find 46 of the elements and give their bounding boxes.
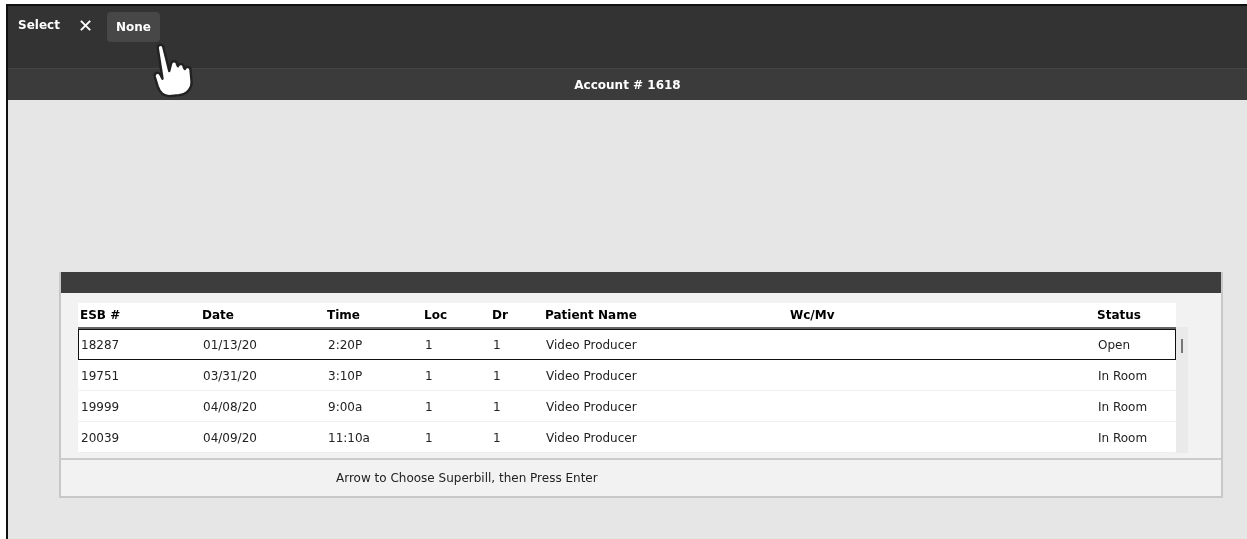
table-cell: 20039 <box>81 430 120 445</box>
column-header: Loc <box>423 308 448 322</box>
column-header: Wc/Mv <box>789 308 836 322</box>
table-cell: 2:20P <box>328 337 363 352</box>
table-cell: 1 <box>425 399 433 414</box>
column-header: Dr <box>491 308 509 322</box>
table-cell: 19999 <box>81 399 120 414</box>
column-header: Time <box>326 308 361 322</box>
table-cell: 03/31/20 <box>203 368 257 383</box>
scrollbar[interactable] <box>1176 327 1188 453</box>
table-cell: 1 <box>425 337 433 352</box>
table-cell: 19751 <box>81 368 120 383</box>
table-row[interactable]: 20039 04/09/20 11:10a 1 1 Video Producer In Room <box>78 422 1176 453</box>
table-row[interactable]: 19751 03/31/20 3:10P 1 1 Video Producer In Room <box>78 360 1176 391</box>
table-cell: 1 <box>425 368 433 383</box>
none-button[interactable]: None <box>107 12 160 42</box>
table-cell: 1 <box>493 337 501 352</box>
table-cell: 3:10P <box>328 368 363 383</box>
table-cell: Video Producer <box>546 368 637 383</box>
table-cell: Video Producer <box>546 430 637 445</box>
table-cell: 01/13/20 <box>203 337 257 352</box>
table-cell: In Room <box>1098 399 1148 414</box>
table-cell: 18287 <box>81 337 120 352</box>
table-cell: Open <box>1098 337 1131 352</box>
table-cell: In Room <box>1098 430 1148 445</box>
status-text: Arrow to Choose Superbill, then Press Enter <box>336 471 598 485</box>
table-cell: 04/09/20 <box>203 430 257 445</box>
table-cell: Video Producer <box>546 337 637 352</box>
toolbar-title: Select <box>18 18 60 32</box>
table-cell: 9:00a <box>328 399 363 414</box>
column-header: Patient Name <box>544 308 638 322</box>
table-cell: In Room <box>1098 368 1148 383</box>
close-button[interactable]: ✕ <box>71 12 99 40</box>
table-cell: 1 <box>493 430 501 445</box>
table-cell: Video Producer <box>546 399 637 414</box>
table-cell: 1 <box>493 399 501 414</box>
column-header: ESB # <box>79 308 122 322</box>
table-cell: 11:10a <box>328 430 370 445</box>
table-row[interactable]: 19999 04/08/20 9:00a 1 1 Video Producer In Room <box>78 391 1176 422</box>
column-header: Date <box>201 308 235 322</box>
table-cell: 1 <box>493 368 501 383</box>
table-cell: 1 <box>425 430 433 445</box>
column-header: Status <box>1096 308 1142 322</box>
account-title: Account # 1618 <box>574 77 681 92</box>
table-row[interactable]: 18287 01/13/20 2:20P 1 1 Video Producer Open <box>78 329 1176 360</box>
table-cell: 04/08/20 <box>203 399 257 414</box>
